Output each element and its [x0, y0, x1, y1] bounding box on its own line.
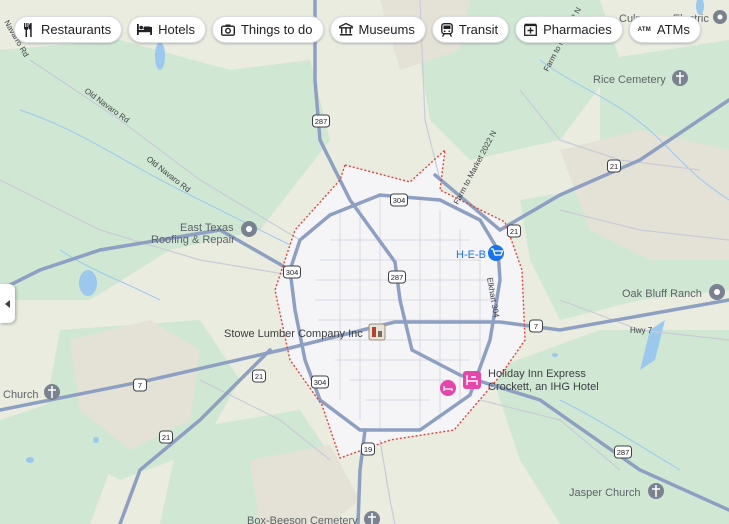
place-label-jasper-church: Jasper Church: [569, 487, 641, 499]
place-label-box-beeson: Box-Beeson Cemetery: [247, 515, 358, 524]
shopping-cart-icon[interactable]: [488, 245, 504, 261]
place-label-east-texas: East Texas: [180, 222, 234, 234]
highway-shield-number: 7: [138, 381, 142, 390]
train-icon: [440, 22, 453, 37]
chip-hotels[interactable]: Hotels: [128, 16, 206, 43]
camera-icon: [220, 24, 235, 36]
chip-label: Hotels: [158, 22, 195, 37]
highway-shield-7: 7: [133, 378, 147, 392]
hotel-pin-icon[interactable]: [440, 380, 456, 396]
chip-museums[interactable]: Museums: [329, 16, 426, 43]
chip-label: Things to do: [240, 22, 313, 37]
highway-shield-number: 21: [162, 433, 170, 442]
highway-shield-number: 21: [255, 372, 263, 381]
museum-icon: [338, 23, 353, 36]
hotel-icon[interactable]: [463, 371, 481, 389]
chip-transit[interactable]: Transit: [431, 16, 510, 43]
road-label-hwy: Hwy 7: [630, 326, 653, 335]
highway-shield-19: 19: [361, 442, 375, 456]
chip-label: Museums: [358, 22, 415, 37]
place-label-oak-bluff: Oak Bluff Ranch: [622, 288, 702, 300]
place-label-east-texas-2: Roofing & Repair: [151, 234, 235, 246]
chip-restaurants[interactable]: Restaurants: [14, 16, 123, 43]
highway-shield-21: 21: [507, 224, 521, 238]
highway-shield-21: 21: [159, 430, 173, 444]
highway-shield-number: 19: [364, 445, 372, 454]
place-label-rice-cemetery: Rice Cemetery: [593, 74, 666, 86]
highway-shield-21: 21: [252, 369, 266, 383]
highway-shield-number: 304: [286, 268, 299, 277]
category-chips: Restaurants Hotels Things to do Museums …: [14, 16, 701, 43]
chip-label: ATMs: [656, 22, 690, 37]
highway-shield-7: 7: [529, 319, 543, 333]
collapse-side-panel-button[interactable]: [0, 284, 15, 323]
chip-label: Restaurants: [41, 22, 112, 37]
pin-icon[interactable]: [241, 221, 257, 237]
highway-shield-number: 21: [510, 227, 518, 236]
highway-shield-287: 287: [614, 445, 632, 459]
highway-shield-number: 21: [610, 162, 618, 171]
bed-icon: [137, 24, 153, 35]
store-icon[interactable]: [368, 323, 386, 341]
pin-icon[interactable]: [713, 10, 727, 24]
cemetery-icon[interactable]: [672, 70, 688, 86]
pin-icon[interactable]: [709, 284, 725, 300]
highway-shield-number: 287: [617, 448, 630, 457]
highway-shield-304: 304: [390, 193, 408, 207]
place-label-holiday-inn-2: Crockett, an IHG Hotel: [488, 381, 599, 393]
place-label-holiday-inn: Holiday Inn Express: [488, 368, 586, 380]
chip-things-to-do[interactable]: Things to do: [211, 16, 324, 43]
highway-shield-number: 304: [393, 196, 406, 205]
chip-atms[interactable]: ATM ATMs: [628, 16, 701, 43]
caret-left-icon: [4, 299, 10, 308]
highway-shield-21: 21: [607, 159, 621, 173]
highway-shield-287: 287: [312, 114, 330, 128]
map-canvas[interactable]: 287304287213047217 3042119 28721 Navarro R…: [0, 0, 729, 524]
chip-pharmacies[interactable]: Pharmacies: [515, 16, 623, 43]
highway-shield-304: 304: [283, 265, 301, 279]
church-icon[interactable]: [44, 384, 60, 400]
highway-shield-number: 7: [534, 322, 538, 331]
church-icon[interactable]: [648, 483, 664, 499]
highway-shield-304: 304: [311, 375, 329, 389]
chip-label: Pharmacies: [543, 22, 612, 37]
highway-shield-287: 287: [388, 270, 406, 284]
place-label-heb: H-E-B: [456, 249, 486, 261]
place-label-stowe-lumber: Stowe Lumber Company Inc: [224, 328, 363, 340]
highway-shield-number: 287: [315, 117, 328, 126]
atm-icon: ATM: [637, 26, 651, 33]
place-label-church: Church: [3, 389, 38, 401]
highway-shield-number: 304: [314, 378, 327, 387]
pharmacy-icon: [524, 23, 538, 36]
highway-shield-number: 287: [391, 273, 404, 282]
chip-label: Transit: [458, 22, 499, 37]
restaurant-icon: [24, 22, 32, 37]
